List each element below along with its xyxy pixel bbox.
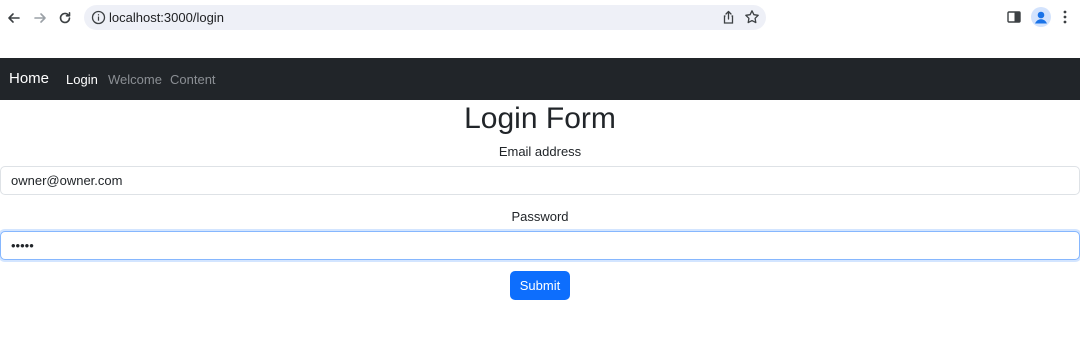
star-icon[interactable] [744, 9, 760, 25]
submit-button[interactable]: Submit [510, 271, 570, 300]
nav-link-content[interactable]: Content [170, 72, 216, 88]
navbar-brand-home[interactable]: Home [9, 70, 49, 88]
reload-icon[interactable] [55, 8, 75, 28]
password-field[interactable] [0, 231, 1080, 260]
email-field[interactable] [0, 166, 1080, 195]
address-bar[interactable]: localhost:3000/login [84, 5, 766, 30]
nav-link-login[interactable]: Login [66, 72, 98, 88]
browser-toolbar: localhost:3000/login [0, 0, 1080, 36]
share-icon[interactable] [721, 10, 736, 25]
forward-arrow-icon[interactable] [30, 8, 50, 28]
password-label: Password [511, 209, 569, 224]
app-navbar: Home Login Welcome Content [0, 58, 1080, 100]
nav-link-welcome[interactable]: Welcome [108, 72, 162, 88]
email-label: Email address [498, 144, 582, 159]
kebab-menu-icon[interactable] [1058, 8, 1072, 26]
info-icon[interactable] [91, 10, 106, 25]
profile-icon[interactable] [1031, 7, 1051, 27]
side-panel-icon[interactable] [1006, 9, 1022, 25]
url-text[interactable]: localhost:3000/login [109, 10, 224, 25]
form-title: Login Form [464, 102, 616, 135]
back-arrow-icon[interactable] [4, 8, 24, 28]
